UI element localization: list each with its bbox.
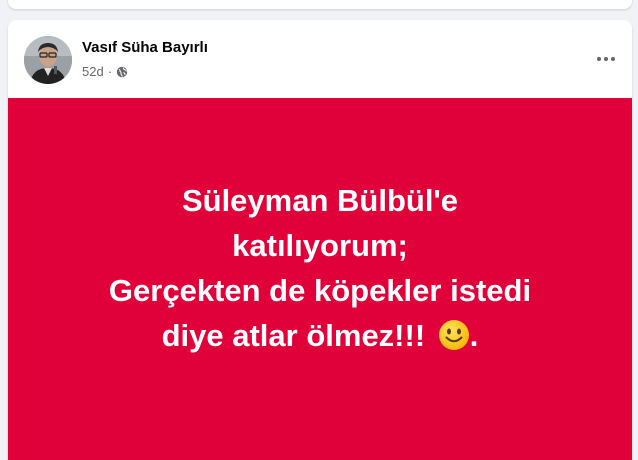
post-time[interactable]: 52d xyxy=(82,64,104,79)
post-meta: 52d · xyxy=(82,64,128,79)
slightly-smiling-face-icon xyxy=(438,318,470,350)
author-avatar[interactable] xyxy=(24,36,72,84)
avatar-photo xyxy=(24,36,72,84)
post-text-line: Süleyman Bülbül'e xyxy=(181,183,459,218)
post-text-background: Süleyman Bülbül'e katılıyorum; Gerçekten… xyxy=(8,98,632,460)
more-horizontal-icon xyxy=(596,49,616,67)
globe-icon xyxy=(116,66,128,78)
author-name[interactable]: Vasıf Süha Bayırlı xyxy=(82,39,208,56)
previous-post-card xyxy=(8,0,632,9)
post-text: Süleyman Bülbül'e katılıyorum; Gerçekten… xyxy=(40,178,600,358)
post-card: Vasıf Süha Bayırlı 52d · Süleyman Bülbül… xyxy=(8,20,632,460)
post-text-line: katılıyorum; xyxy=(232,228,408,263)
post-text-line: diye atlar ölmez!!! xyxy=(161,318,426,353)
post-text-line-last: diye atlar ölmez!!! . xyxy=(40,313,600,358)
trailing-punctuation: . xyxy=(469,318,479,353)
post-header: Vasıf Süha Bayırlı 52d · xyxy=(8,20,632,98)
post-text-line: Gerçekten de köpekler istedi xyxy=(108,273,532,308)
meta-separator: · xyxy=(107,64,113,79)
more-options-button[interactable] xyxy=(592,44,620,72)
